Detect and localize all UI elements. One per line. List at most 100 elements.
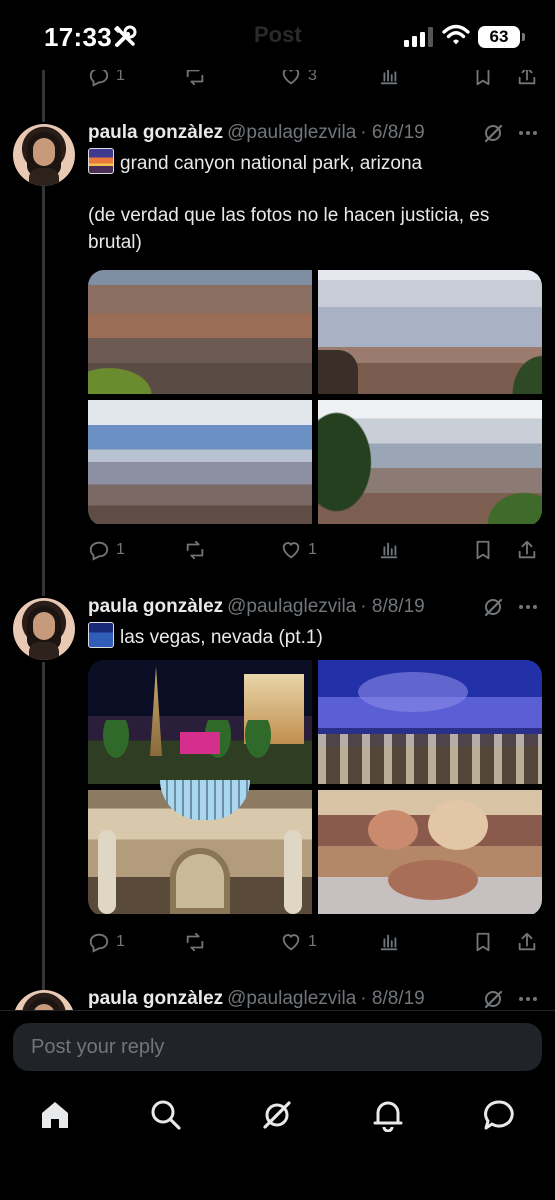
dome-shape <box>160 780 250 820</box>
more-options-icon[interactable] <box>516 988 540 1010</box>
heart-icon <box>282 934 300 951</box>
like-count: 1 <box>308 541 317 558</box>
grok-icon[interactable] <box>482 988 504 1010</box>
reply-input[interactable]: Post your reply <box>13 1023 542 1071</box>
views-button[interactable] <box>378 538 400 562</box>
screen-title: Post <box>254 22 302 47</box>
share-icon <box>518 932 536 951</box>
avatar[interactable] <box>13 124 75 186</box>
photo-vegas-3[interactable] <box>88 780 312 914</box>
palm-shape <box>238 720 278 770</box>
bookmark-icon <box>476 540 490 560</box>
grok-icon[interactable] <box>482 596 504 618</box>
views-icon <box>380 934 398 951</box>
repost-button[interactable] <box>184 930 206 954</box>
reply-button[interactable]: 1 <box>88 538 125 562</box>
neon-sign-shape <box>180 732 220 754</box>
photo-vegas-4[interactable] <box>318 790 542 914</box>
messages-icon[interactable] <box>482 1098 516 1132</box>
photo-canyon-4[interactable] <box>318 400 542 524</box>
cellular-signal-icon <box>404 27 433 47</box>
post-text: las vegas, nevada (pt.1) <box>88 622 538 651</box>
grok-icon[interactable] <box>482 122 504 144</box>
painted-cloud-shape <box>358 672 468 712</box>
author-handle[interactable]: @paulaglezvila <box>227 596 356 617</box>
author-handle[interactable]: @paulaglezvila <box>227 122 356 143</box>
post-header: paula gonzàlez @paulaglezvila · 8/8/19 <box>88 596 538 620</box>
photo-canyon-1[interactable] <box>88 270 312 394</box>
statue-shape <box>98 830 116 914</box>
search-icon[interactable] <box>149 1098 183 1132</box>
views-button[interactable] <box>378 930 400 954</box>
post-date[interactable]: · 6/8/19 <box>360 122 424 143</box>
repost-icon <box>186 540 204 560</box>
palm-shape <box>96 720 136 770</box>
photo-canyon-3[interactable] <box>88 400 312 524</box>
reply-count: 1 <box>116 541 125 558</box>
bookmark-icon <box>476 932 490 952</box>
rock-shape <box>318 350 358 394</box>
author-name[interactable]: paula gonzàlez <box>88 596 223 617</box>
bookmark-button[interactable] <box>472 930 494 954</box>
thread-line <box>42 186 45 596</box>
pine-shape <box>318 400 380 524</box>
divider <box>0 1010 555 1011</box>
avatar-body <box>29 642 59 660</box>
like-button[interactable]: 1 <box>280 538 317 562</box>
more-options-icon[interactable] <box>516 122 540 144</box>
post-header: paula gonzàlez @paulaglezvila · 6/8/19 <box>88 122 538 146</box>
sunset-emoji <box>88 148 114 174</box>
status-bar: 17:33 Post 63 <box>0 0 555 70</box>
like-button[interactable]: 1 <box>280 930 317 954</box>
notifications-icon[interactable] <box>371 1098 405 1132</box>
thread-line <box>42 64 45 122</box>
home-icon[interactable] <box>38 1098 72 1132</box>
photo-vegas-1[interactable] <box>88 660 312 784</box>
reply-button[interactable]: 1 <box>88 930 125 954</box>
more-options-icon[interactable] <box>516 596 540 618</box>
statue-shape <box>284 830 302 914</box>
author-handle[interactable]: @paulaglezvila <box>227 988 356 1009</box>
post-title-line: grand canyon national park, arizona <box>120 153 423 174</box>
heart-icon <box>282 542 300 559</box>
photo-canyon-2[interactable] <box>318 270 542 394</box>
post-date[interactable]: · 8/8/19 <box>360 596 424 617</box>
bookmark-button[interactable] <box>472 538 494 562</box>
avatar-face <box>33 612 55 640</box>
post-actions: 1 1 <box>88 930 538 954</box>
bush-shape <box>482 488 542 524</box>
author-name[interactable]: paula gonzàlez <box>88 122 223 143</box>
author-name[interactable]: paula gonzàlez <box>88 988 223 1009</box>
share-icon <box>518 540 536 559</box>
share-button[interactable] <box>516 930 538 954</box>
tree-shape <box>88 364 158 394</box>
photo-vegas-2[interactable] <box>318 660 542 784</box>
battery-indicator: 63 <box>478 26 520 48</box>
eiffel-tower-shape <box>150 666 162 756</box>
grok-icon[interactable] <box>260 1098 294 1132</box>
reply-icon <box>89 541 109 561</box>
pine-shape <box>508 350 542 394</box>
repost-button[interactable] <box>184 538 206 562</box>
photo-grid <box>88 660 542 916</box>
repost-icon <box>186 932 204 952</box>
photo-grid <box>88 270 542 526</box>
post-date[interactable]: · 8/8/19 <box>360 988 424 1009</box>
status-time: 17:33 <box>44 22 112 52</box>
post-body: (de verdad que las fotos no le hacen jus… <box>88 205 490 253</box>
tools-icon <box>114 25 137 47</box>
reply-icon <box>89 933 109 953</box>
share-button[interactable] <box>516 538 538 562</box>
wifi-icon <box>442 24 470 45</box>
columns-shape <box>318 734 542 784</box>
post-text: grand canyon national park, arizona <box>88 148 538 177</box>
views-icon <box>380 542 398 559</box>
post-header: paula gonzàlez @paulaglezvila · 8/8/19 <box>88 988 538 1012</box>
sculpture-figure-shape <box>368 810 418 850</box>
post-actions: 1 1 <box>88 538 538 562</box>
avatar[interactable] <box>13 598 75 660</box>
sculpture-figure-shape <box>388 860 478 900</box>
thread-line <box>42 662 45 990</box>
battery-tip <box>522 33 525 41</box>
like-count: 1 <box>308 933 317 950</box>
